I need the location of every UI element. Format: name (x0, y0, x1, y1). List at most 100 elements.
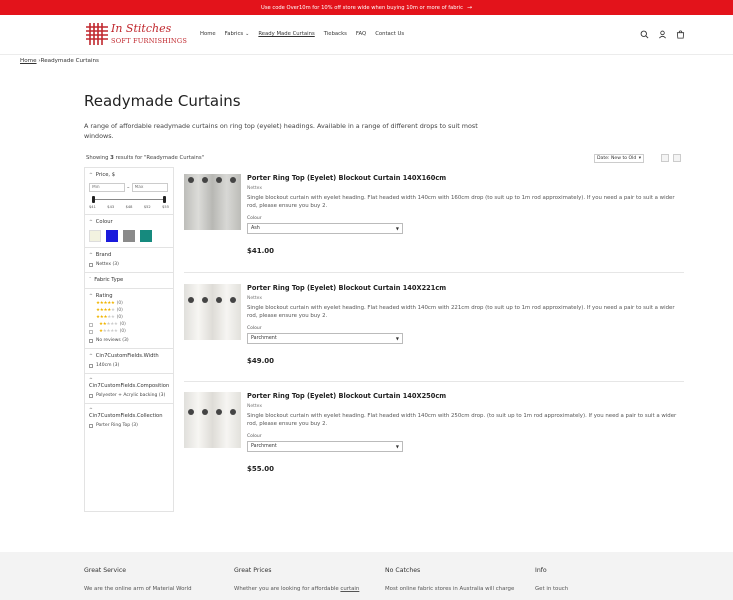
cart-icon[interactable] (676, 30, 685, 39)
filter-option[interactable]: Porter Ring Top (3) (89, 423, 169, 428)
grid-view-icon[interactable] (661, 154, 669, 162)
site-header: In Stitches SOFT FURNISHINGS Home Fabric… (0, 15, 733, 55)
filter-colour-header[interactable]: ^ Colour (89, 219, 169, 225)
price-dash: – (127, 184, 130, 191)
price-max-input[interactable] (131, 183, 168, 192)
product-title[interactable]: Porter Ring Top (Eyelet) Blockout Curtai… (247, 392, 446, 400)
rating-option-2[interactable]: ★★★★★ (0) (89, 322, 169, 327)
nav-home[interactable]: Home (200, 31, 216, 37)
filter-width-header[interactable]: ^ Cin7CustomFields.Width (89, 353, 169, 359)
results-prefix: Showing (86, 155, 111, 161)
checkbox[interactable] (89, 393, 93, 398)
filter-fabric-type: ˇ Fabric Type (85, 273, 173, 289)
caret-down-icon: ▼ (395, 336, 399, 341)
results-suffix: results for "Readymade Curtains" (113, 155, 205, 161)
chevron-up-icon: ^ (89, 353, 93, 359)
announcement-bar[interactable]: Use code Over10m for 10% off store wide … (0, 0, 733, 15)
filter-composition: ^ Cin7CustomFields.Composition Polyester… (85, 374, 173, 404)
colour-select-value: Parchment (251, 336, 277, 341)
price-min-input[interactable] (89, 183, 125, 192)
filter-option-label: Nettex (3) (96, 262, 119, 267)
nav-ready-made-curtains[interactable]: Ready Made Curtains (258, 31, 314, 37)
product-image[interactable] (184, 284, 241, 340)
colour-swatch[interactable] (140, 230, 152, 242)
checkbox[interactable] (89, 363, 93, 368)
product-title[interactable]: Porter Ring Top (Eyelet) Blockout Curtai… (247, 284, 446, 292)
price-tick: $41 (89, 205, 96, 209)
rating-option-5[interactable]: ★★★★★ (0) (89, 301, 169, 306)
rating-option-1[interactable]: ★★★★★ (0) (89, 329, 169, 334)
filter-option[interactable]: Polyester + Acrylic backing (3) (89, 393, 169, 398)
filters-sidebar: ^Price, $ – $41 $43 $48 $52 $55 ^Colour (84, 167, 174, 512)
header-icons (640, 30, 685, 39)
product-image[interactable] (184, 392, 241, 448)
search-icon[interactable] (640, 30, 649, 39)
product-card: Porter Ring Top (Eyelet) Blockout Curtai… (184, 392, 684, 496)
account-icon[interactable] (658, 30, 667, 39)
star-rating-icon: ★★★★★ (99, 322, 118, 327)
colour-select[interactable]: Ash ▼ (247, 223, 403, 234)
divider (184, 381, 684, 382)
logo-sub-text: SOFT FURNISHINGS (111, 37, 188, 45)
filter-colour: ^ Colour (85, 215, 173, 248)
nav-faq[interactable]: FAQ (356, 31, 366, 37)
filter-fabric-type-header[interactable]: ˇ Fabric Type (89, 277, 169, 283)
colour-select[interactable]: Parchment ▼ (247, 333, 403, 344)
product-description: Single blockout curtain with eyelet head… (247, 195, 675, 210)
product-image[interactable] (184, 174, 241, 230)
nav-fabrics-label: Fabrics (224, 31, 244, 37)
price-slider-min-handle[interactable] (92, 196, 95, 203)
colour-swatch[interactable] (89, 230, 101, 242)
filter-option-no-reviews[interactable]: No reviews (3) (89, 338, 169, 343)
footer-link[interactable]: Get in touch (535, 586, 680, 592)
filter-rating-title: Rating (95, 293, 113, 299)
product-brand: Nettex (247, 186, 263, 191)
checkbox[interactable] (89, 262, 93, 267)
price-slider-max-handle[interactable] (163, 196, 166, 203)
breadcrumb: Home ›Readymade Curtains (20, 58, 99, 64)
filter-collection: ^ Cin7CustomFields.Collection Porter Rin… (85, 404, 173, 433)
filter-rating-header[interactable]: ^ Rating (89, 293, 169, 299)
filter-price-header[interactable]: ^ Price, $ (89, 172, 169, 178)
rating-option-4[interactable]: ★★★★★ (0) (89, 308, 169, 313)
rating-count: (0) (116, 315, 123, 320)
colour-select[interactable]: Parchment ▼ (247, 441, 403, 452)
sort-select[interactable]: Date: New to Old ▾ (594, 154, 644, 163)
filter-option[interactable]: Nettex (3) (89, 262, 169, 267)
nav-fabrics[interactable]: Fabrics ⌄ (225, 31, 250, 37)
footer-column-text: Whether you are looking for affordable c… (234, 586, 379, 592)
filter-brand-header[interactable]: ^ Brand (89, 252, 169, 258)
filter-composition-header[interactable]: Cin7CustomFields.Composition (89, 383, 169, 389)
checkbox[interactable] (89, 423, 93, 428)
product-price: $55.00 (247, 465, 275, 473)
logo-script-text: In Stitches (111, 22, 172, 35)
filter-option-label: No reviews (3) (96, 338, 129, 343)
colour-label: Colour (247, 434, 262, 439)
colour-select-value: Parchment (251, 444, 277, 449)
announcement-text: Use code Over10m for 10% off store wide … (261, 4, 463, 11)
footer-link[interactable]: curtain (340, 586, 359, 592)
site-logo[interactable]: In Stitches SOFT FURNISHINGS (86, 22, 188, 50)
product-title[interactable]: Porter Ring Top (Eyelet) Blockout Curtai… (247, 174, 446, 182)
filter-option[interactable]: 140cm (3) (89, 363, 169, 368)
breadcrumb-home[interactable]: Home (20, 58, 37, 64)
price-tick: $43 (107, 205, 115, 209)
filter-collection-header[interactable]: Cin7CustomFields.Collection (89, 413, 169, 419)
colour-swatch[interactable] (123, 230, 135, 242)
site-footer: Great Service We are the online arm of M… (0, 552, 733, 600)
rating-option-3[interactable]: ★★★★★ (0) (89, 315, 169, 320)
checkbox[interactable] (89, 329, 93, 334)
checkbox[interactable] (89, 338, 93, 343)
checkbox[interactable] (89, 322, 93, 327)
price-slider[interactable] (89, 196, 169, 204)
logo-grid-icon (86, 23, 108, 45)
arrow-right-icon: → (466, 4, 472, 11)
colour-swatch[interactable] (106, 230, 118, 242)
list-view-icon[interactable] (673, 154, 681, 162)
filter-brand: ^ Brand Nettex (3) (85, 248, 173, 273)
page-description: A range of affordable readymade curtains… (84, 122, 478, 140)
nav-tiebacks[interactable]: Tiebacks (324, 31, 347, 37)
nav-contact-us[interactable]: Contact Us (375, 31, 404, 37)
star-rating-icon: ★★★★★ (96, 308, 115, 313)
chevron-down-icon: ˇ (89, 277, 92, 283)
